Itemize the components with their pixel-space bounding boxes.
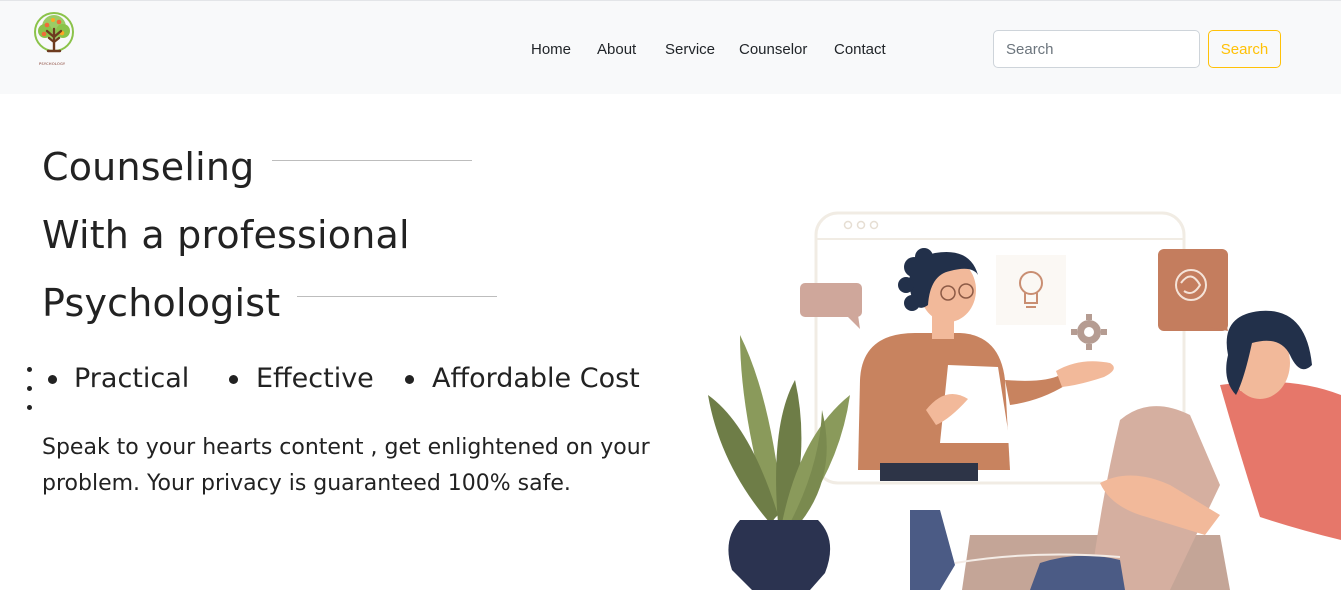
nav-item-contact[interactable]: Contact [834,39,886,61]
lightbulb-icon [996,255,1066,325]
hero-description: Speak to your hearts content , get enlig… [42,435,650,496]
search-button[interactable]: Search [1208,30,1281,68]
chat-bubble-icon [800,283,862,329]
logo-text: PSYCHOLOGY [39,62,66,66]
bullet-icon [405,375,414,384]
navbar: PSYCHOLOGY Home About Service Counselor … [0,0,1341,94]
search-input[interactable] [993,30,1200,68]
feature-label: Practical [74,363,190,394]
feature-label: Affordable Cost [432,363,640,394]
nav-item-counselor[interactable]: Counselor [739,39,807,61]
hero-title-line-3: Psychologist [42,281,281,325]
nav-item-home[interactable]: Home [531,39,571,61]
chat-bubble-icon [1158,249,1228,331]
nav-item-service[interactable]: Service [665,39,715,61]
counselor-figure [858,248,1114,481]
title-divider [297,296,497,297]
counseling-session-illustration [700,205,1341,590]
gear-icon [1071,314,1107,350]
bullet-icon [229,375,238,384]
bullet-icon [48,375,57,384]
hero-title-line-1: Counseling [42,145,255,189]
feature-label: Effective [256,363,374,394]
plant-illustration [708,335,850,590]
nav-item-about[interactable]: About [597,39,636,61]
title-divider [272,160,472,161]
tree-logo-icon[interactable] [32,11,76,69]
hero-title-line-2: With a professional [42,213,410,257]
